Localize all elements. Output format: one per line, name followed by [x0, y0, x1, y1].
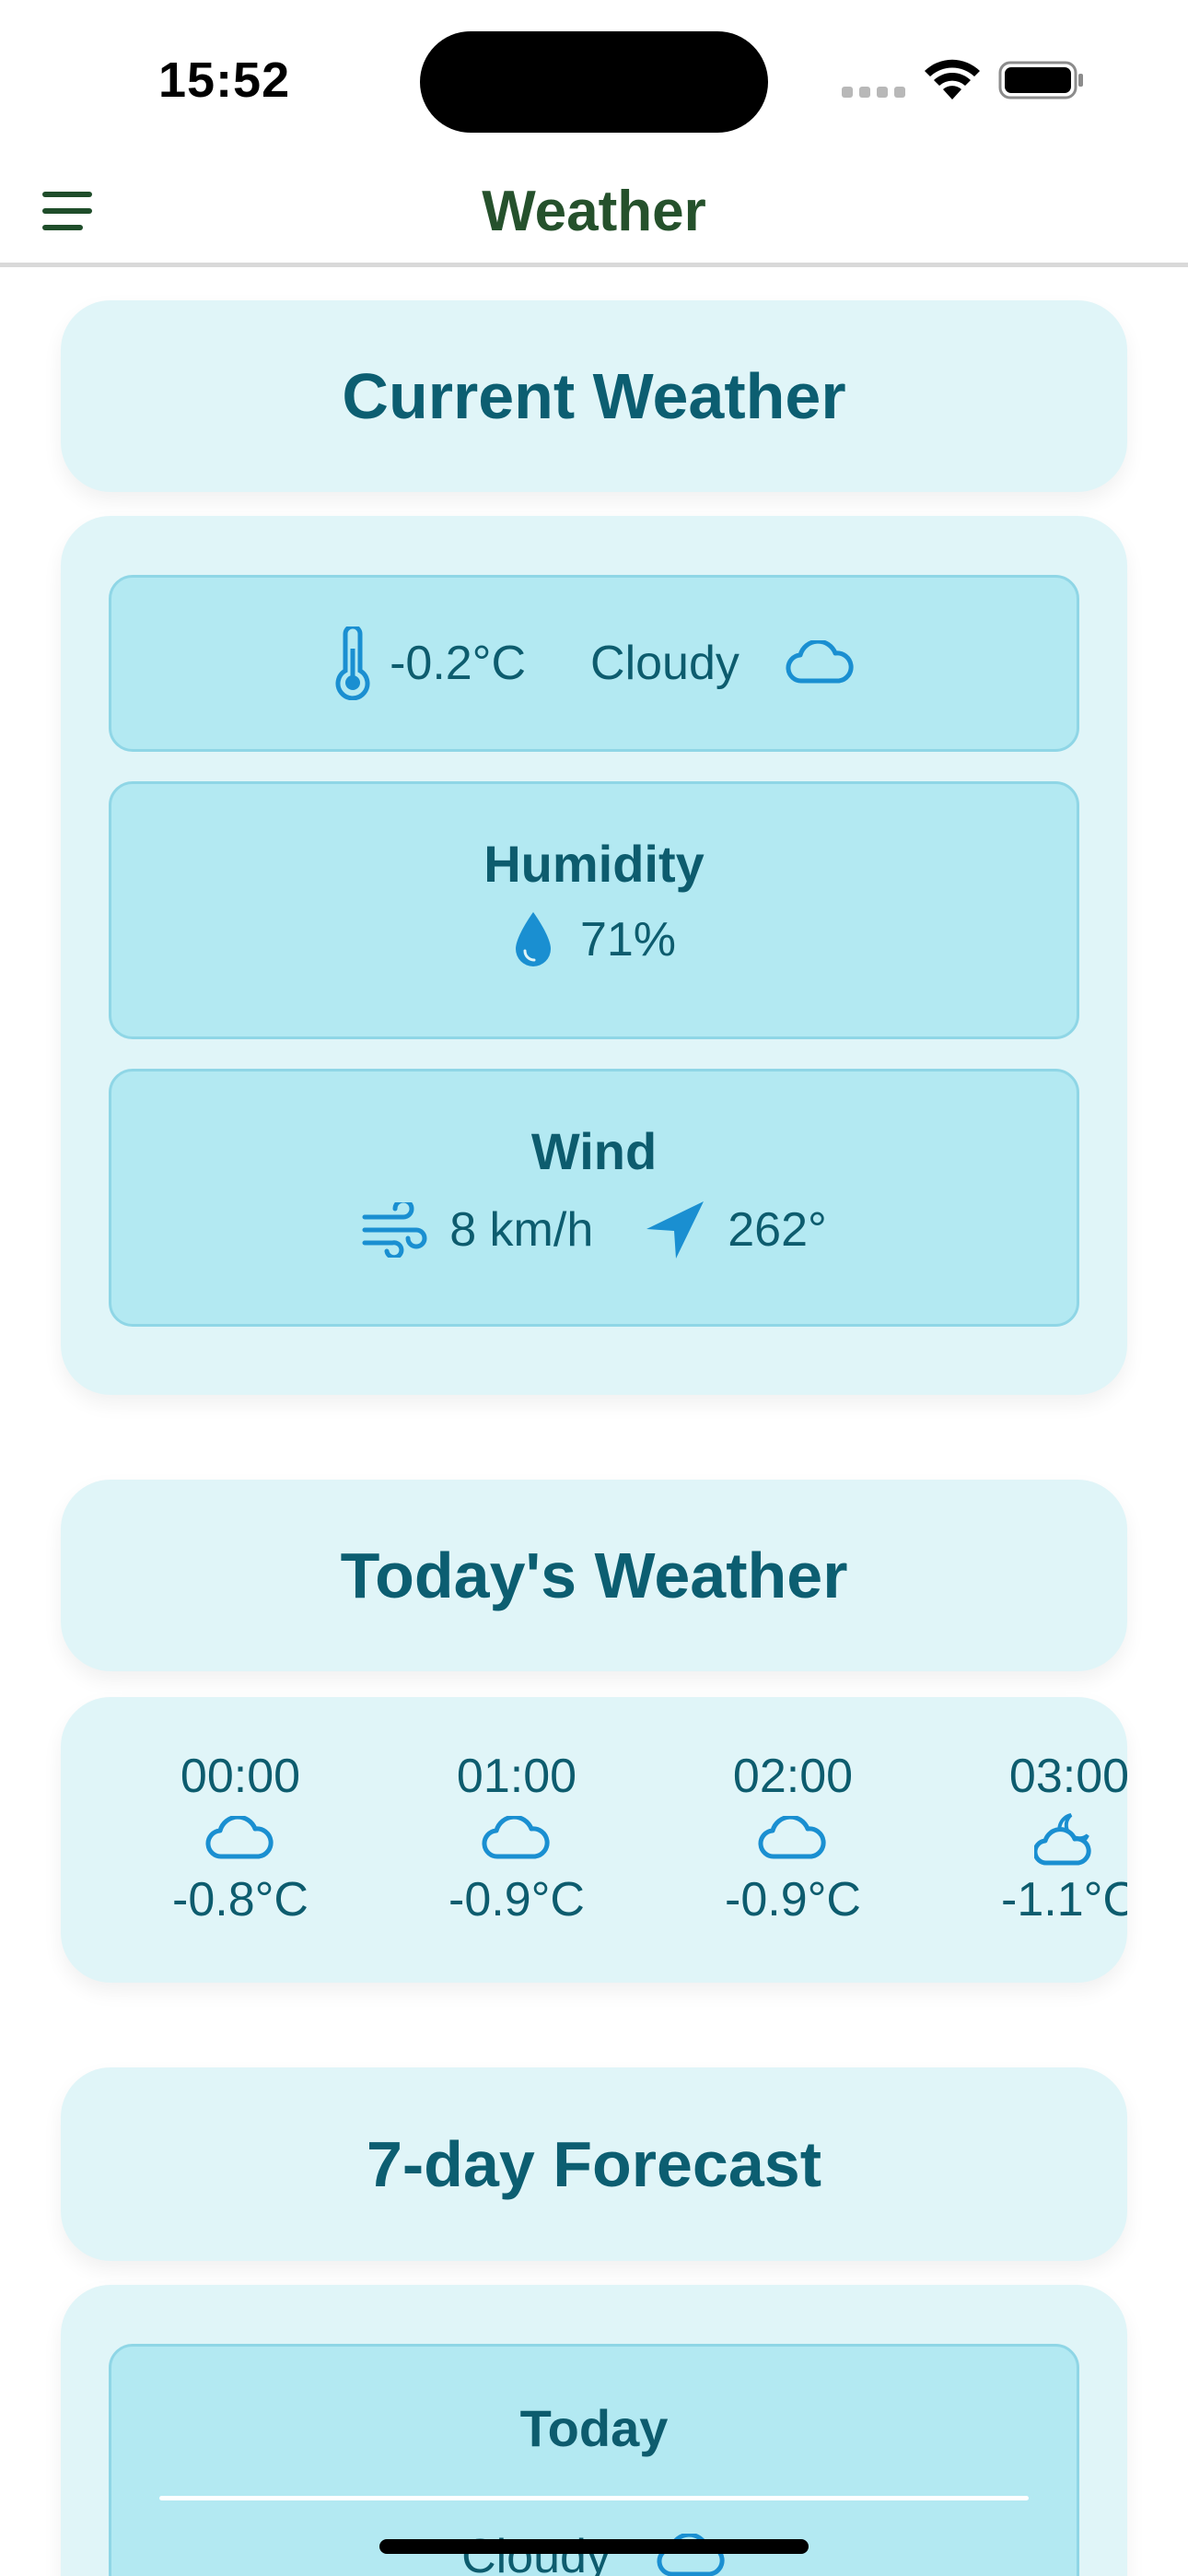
current-weather-title: Current Weather [342, 360, 846, 432]
wind-direction: 262° [728, 1203, 827, 1257]
water-drop-icon [515, 912, 551, 966]
thermometer-icon [335, 626, 370, 700]
hourly-scroll[interactable]: 00:00 -0.8°C 01:00 -0.9°C 02:00 -0.9°C 0… [61, 1697, 1127, 1983]
humidity-panel: Humidity 71% [109, 781, 1079, 1039]
wind-panel: Wind 8 km/h 262° [109, 1069, 1079, 1327]
wind-speed: 8 km/h [449, 1203, 594, 1257]
cloud-icon [758, 1816, 826, 1859]
hour-item: 03:00 -1.1°C [977, 1749, 1127, 1927]
humidity-label: Humidity [483, 835, 705, 893]
location-arrow-icon [646, 1201, 705, 1259]
current-weather-header: Current Weather [61, 300, 1127, 492]
wind-icon [362, 1202, 427, 1258]
hour-item: 00:00 -0.8°C [148, 1749, 332, 1927]
cellular-signal-icon [842, 87, 906, 98]
cloud-icon [482, 1816, 550, 1859]
hour-temp: -1.1°C [1001, 1873, 1127, 1926]
humidity-value: 71% [579, 913, 677, 966]
hour-temp: -0.9°C [725, 1873, 861, 1926]
hourly-forecast-card[interactable]: 00:00 -0.8°C 01:00 -0.9°C 02:00 -0.9°C 0… [61, 1697, 1127, 1983]
current-temperature: -0.2°C [390, 637, 527, 690]
hour-temp: -0.8°C [172, 1873, 309, 1926]
partly-cloudy-night-icon [1034, 1813, 1091, 1866]
cloud-icon [205, 1816, 274, 1859]
hour-time: 01:00 [456, 1750, 577, 1803]
forecast-divider [159, 2496, 1029, 2500]
hour-time: 00:00 [180, 1750, 301, 1803]
todays-weather-header: Today's Weather [61, 1480, 1127, 1671]
page-title: Weather [482, 180, 706, 243]
current-weather-card: -0.2°C Cloudy Humidity 71% Wind 8 km/h 2… [61, 516, 1127, 1395]
current-condition: Cloudy [590, 637, 740, 690]
dynamic-island [420, 31, 768, 133]
hour-temp: -0.9°C [448, 1873, 585, 1926]
forecast-day-label: Today [519, 2399, 669, 2457]
status-bar: 15:52 [0, 0, 1188, 157]
temperature-panel: -0.2°C Cloudy [109, 575, 1079, 752]
hour-time: 02:00 [732, 1750, 854, 1803]
navigation-bar: Weather [0, 157, 1188, 267]
status-time: 15:52 [158, 53, 291, 108]
hour-item: 01:00 -0.9°C [425, 1749, 609, 1927]
hour-time: 03:00 [1008, 1750, 1127, 1803]
forecast-card: Today Cloudy [61, 2285, 1127, 2576]
battery-icon [998, 61, 1083, 100]
forecast-header: 7-day Forecast [61, 2067, 1127, 2261]
home-indicator[interactable] [379, 2539, 809, 2554]
wifi-icon [925, 59, 980, 100]
forecast-title: 7-day Forecast [366, 2128, 822, 2200]
todays-weather-title: Today's Weather [340, 1540, 848, 1611]
wind-label: Wind [530, 1122, 658, 1180]
cloud-icon [786, 640, 854, 684]
hour-item: 02:00 -0.9°C [701, 1749, 885, 1927]
